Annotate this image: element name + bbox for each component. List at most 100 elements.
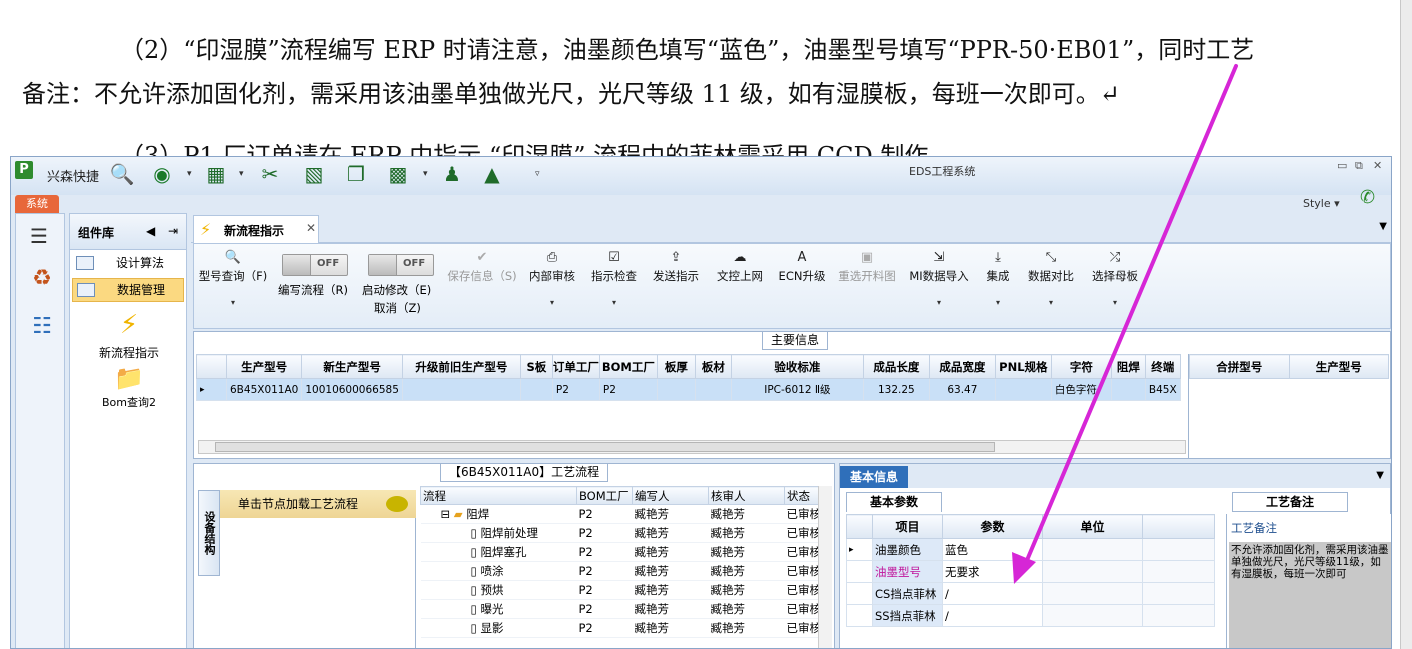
param-value[interactable]: /	[942, 582, 1043, 605]
select-master-button[interactable]: ⤮ 选择母板 ▾	[1088, 250, 1142, 307]
load-flow-hint[interactable]: 单击节点加载工艺流程	[220, 490, 416, 518]
expand-icon[interactable]: ⊟	[441, 507, 451, 521]
column-header[interactable]: 验收标准	[730, 354, 864, 379]
close-icon[interactable]: ✕	[1373, 159, 1382, 172]
column-header[interactable]: 板厚	[656, 354, 696, 379]
column-header[interactable]: 项目	[872, 514, 943, 539]
column-header[interactable]: 新生产型号	[301, 354, 403, 379]
document-scrollbar[interactable]	[1400, 0, 1412, 649]
style-menu[interactable]: Style ▾	[1303, 197, 1340, 210]
param-unit[interactable]	[1042, 582, 1143, 605]
column-header[interactable]: S板	[519, 354, 553, 379]
mi-import-button[interactable]: ⇲ MI数据导入 ▾	[906, 250, 972, 307]
sidebar-item-data-management[interactable]: 数据管理	[72, 278, 184, 302]
table-cell[interactable]	[1110, 378, 1146, 401]
column-header[interactable]: 合拼型号	[1189, 354, 1290, 379]
column-header[interactable]: 升级前旧生产型号	[401, 354, 521, 379]
column-header[interactable]: 生产型号	[225, 354, 303, 379]
table-row[interactable]: ▯ 阻焊前处理 P2 臧艳芳 臧艳芳 已审核	[420, 523, 821, 543]
table-row[interactable]: ▯ 喷涂 P2 臧艳芳 臧艳芳 已审核	[420, 561, 821, 581]
table-cell[interactable]: IPC-6012 Ⅱ级	[730, 378, 864, 401]
column-header[interactable]: 成品长度	[862, 354, 930, 379]
table-row[interactable]: ▯ 预烘 P2 臧艳芳 臧艳芳 已审核	[420, 580, 821, 600]
system-tab[interactable]: 系统	[15, 195, 59, 213]
param-value[interactable]: /	[942, 604, 1043, 627]
chevron-down-icon[interactable]: ▾	[187, 169, 192, 179]
vertical-scrollbar[interactable]	[818, 486, 832, 648]
send-instruction-button[interactable]: ⇪ 发送指示	[650, 250, 702, 284]
cancel-label[interactable]: 取消（Z)	[374, 300, 421, 316]
copy-icon[interactable]: ❐	[343, 161, 369, 187]
sidebar-item-new-flow[interactable]: ⚡ 新流程指示	[70, 310, 188, 361]
param-value[interactable]: 蓝色	[942, 538, 1043, 561]
calculator-icon[interactable]: ☷	[26, 310, 58, 342]
lifebuoy-icon[interactable]: ◉	[149, 161, 175, 187]
column-header[interactable]: 流程	[420, 486, 577, 505]
param-unit[interactable]	[1042, 604, 1143, 627]
data-compare-button[interactable]: ⤡ 数据对比 ▾	[1024, 250, 1078, 307]
tab-new-flow[interactable]: ⚡ 新流程指示 ✕	[193, 215, 319, 243]
table-row[interactable]: ▸ 油墨颜色 蓝色	[846, 538, 1215, 561]
param-unit[interactable]	[1042, 538, 1143, 561]
table-row[interactable]: CS挡点菲林 /	[846, 582, 1215, 605]
table-cell[interactable]: B45X	[1144, 378, 1181, 401]
param-unit[interactable]	[1042, 560, 1143, 583]
table-row[interactable]: ▯ 阻焊塞孔 P2 臧艳芳 臧艳芳 已审核	[420, 542, 821, 562]
column-header[interactable]: 核审人	[708, 486, 785, 505]
reselect-cutting-button[interactable]: ▣ 重选开料图	[836, 250, 898, 284]
table-row[interactable]: ▯ 显影 P2 臧艳芳 臧艳芳 已审核	[420, 618, 821, 638]
column-header[interactable]: 状态	[784, 486, 822, 505]
column-header[interactable]: 单位	[1042, 514, 1143, 539]
table-row[interactable]: SS挡点菲林 /	[846, 604, 1215, 627]
grid-icon[interactable]: ▩	[385, 161, 411, 187]
internal-review-button[interactable]: ⎙ 内部审核 ▾	[526, 250, 578, 307]
table-row[interactable]: 油墨型号 无要求	[846, 560, 1215, 583]
column-header[interactable]: 终端	[1144, 354, 1181, 379]
column-header[interactable]: 阻焊	[1110, 354, 1146, 379]
table-cell[interactable]: 白色字符	[1050, 378, 1112, 401]
collapse-left-icon[interactable]: ◀	[146, 224, 155, 238]
column-header[interactable]: 编写人	[632, 486, 709, 505]
panel-menu-icon[interactable]: ▼	[1376, 470, 1384, 481]
chart-icon[interactable]: ▲	[479, 161, 505, 187]
process-remarks-text[interactable]: 不允许添加固化剂，需采用该油墨单独做光尺，光尺等级11级，如有湿膜板，每班一次即…	[1229, 542, 1391, 648]
table-cell[interactable]	[994, 378, 1052, 401]
column-header[interactable]: BOM工厂	[598, 354, 658, 379]
column-header[interactable]: 参数	[942, 514, 1043, 539]
close-tab-icon[interactable]: ✕	[306, 221, 316, 235]
table-cell[interactable]: 132.25	[862, 378, 930, 401]
tab-basic-params[interactable]: 基本参数	[846, 492, 942, 512]
chevron-down-icon[interactable]: ▾	[239, 169, 244, 179]
film-icon[interactable]: ▧	[301, 161, 327, 187]
search-icon[interactable]: 🔍	[109, 161, 135, 187]
tab-process-remarks[interactable]: 工艺备注	[1232, 492, 1348, 512]
table-cell[interactable]	[694, 378, 732, 401]
publish-online-button[interactable]: ☁ 文控上网	[712, 250, 768, 284]
pin-icon[interactable]: ⇥	[168, 224, 178, 238]
column-header[interactable]: 字符	[1050, 354, 1112, 379]
restore-icon[interactable]: ⧉	[1355, 159, 1363, 173]
table-row[interactable]: ▯ 曝光 P2 臧艳芳 臧艳芳 已审核	[420, 599, 821, 619]
chevron-down-icon[interactable]: ▾	[423, 169, 428, 179]
table-cell[interactable]	[519, 378, 553, 401]
check-instruction-button[interactable]: ☑ 指示检查 ▾	[588, 250, 640, 307]
save-info-button[interactable]: ✔ 保存信息（S)	[446, 250, 518, 284]
user-icon[interactable]: ♟	[439, 161, 465, 187]
column-header[interactable]: 板材	[694, 354, 732, 379]
start-edit-toggle[interactable]: OFF	[368, 254, 434, 276]
param-value[interactable]: 无要求	[942, 560, 1043, 583]
scissors-icon[interactable]: ✂	[257, 161, 283, 187]
column-header[interactable]: PNL规格	[994, 354, 1052, 379]
tab-basic-info[interactable]: 基本信息	[840, 466, 908, 488]
model-query-button[interactable]: 🔍 型号查询（F) ▾	[198, 250, 268, 307]
integrate-button[interactable]: ⤓ 集成 ▾	[980, 250, 1016, 307]
tab-equipment-structure[interactable]: 设备结构	[198, 490, 220, 576]
table-cell[interactable]: 6B45X011A0	[225, 378, 303, 401]
tab-menu-icon[interactable]: ▼	[1379, 221, 1387, 232]
write-flow-toggle[interactable]: OFF	[282, 254, 348, 276]
hamburger-icon[interactable]: ☰	[30, 224, 48, 248]
customize-icon[interactable]: ▿	[535, 169, 540, 179]
column-header[interactable]: 生产型号	[1288, 354, 1389, 379]
table-icon[interactable]: ▦	[203, 161, 229, 187]
phone-icon[interactable]: ✆	[1360, 187, 1375, 208]
